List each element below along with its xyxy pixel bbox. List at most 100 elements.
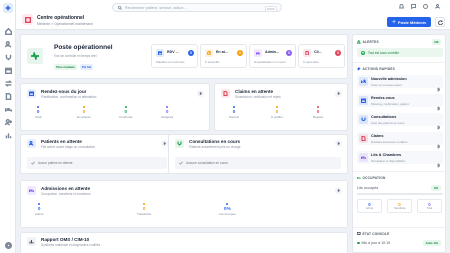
stat-value: 0 (316, 109, 320, 114)
pulse-icon (27, 48, 43, 64)
quick-action-title: Rendez-vous (371, 96, 395, 100)
mini-card-badge: 0 (286, 50, 292, 56)
settings-icon[interactable] (4, 241, 12, 249)
stat-item: 0% Lits occupés (219, 203, 236, 216)
alert-ok-banner: Tout est sous contrôle (357, 48, 443, 57)
help-icon[interactable] (422, 3, 428, 9)
mini-card-title: En at... (216, 50, 228, 54)
rdv-open-chevron-icon[interactable] (197, 90, 204, 97)
plus-icon: ＋ (391, 19, 396, 24)
stethoscope-icon[interactable] (4, 53, 12, 61)
occupation-header-text: OCCUPATION (362, 176, 386, 180)
claims-icon (221, 89, 230, 98)
transfer-icon[interactable] (4, 79, 12, 87)
patients-icon (27, 139, 36, 148)
mini-card-badge: 0 (335, 50, 341, 56)
alert-ok-text: Tout est sous contrôle (368, 50, 400, 55)
stat-value: 0 (124, 109, 128, 114)
consult-open-chevron-icon[interactable] (335, 140, 342, 147)
stat-item: 0 À vérifier (271, 106, 283, 119)
stat-label: Admis (35, 212, 44, 216)
mini-card-icon (205, 49, 213, 57)
consult-empty-state: Aucune consultation en cours (175, 157, 341, 169)
refresh-button[interactable] (435, 17, 445, 27)
quick-action[interactable]: Claims Dossiers assurance et claims (357, 132, 443, 149)
quick-action[interactable]: Consultations Suivi des patients en cour… (357, 113, 443, 130)
claims-card[interactable]: Claims en attente Soumission, vérificati… (214, 83, 348, 131)
occupation-bar (357, 193, 443, 195)
waiting-open-chevron-icon[interactable] (161, 140, 168, 147)
search-input[interactable]: Rechercher patient, service, action... C… (112, 3, 282, 12)
consultation-icon (175, 139, 184, 148)
quick-action-title: Consultations (371, 115, 397, 119)
admissions-card[interactable]: Admissions en attente Occupation, transf… (20, 180, 348, 228)
quick-action[interactable]: Rendez-vous Planning, confirmation, pati… (357, 94, 443, 111)
mini-card[interactable]: RDV ... 0 Planifiés et confirmés (151, 44, 198, 68)
hero-card: Poste opérationnel Vue de contrôle en te… (20, 34, 348, 79)
occupation-cell: 0 Total (417, 199, 442, 213)
quick-action-title: Lits & Chambres (371, 153, 402, 157)
refresh-icon (437, 19, 443, 25)
quick-action-title: Claims (371, 134, 384, 138)
quick-action[interactable]: Nouvelle admission Créer un nouveau séjo… (357, 75, 443, 92)
search-shortcut: Ctrl K (264, 5, 277, 12)
users-icon[interactable] (4, 40, 12, 48)
search-icon (118, 5, 122, 10)
stat-dot-icon (37, 106, 40, 108)
mini-card-icon (156, 49, 164, 57)
claims-open-chevron-icon[interactable] (335, 90, 342, 97)
chevron-right-icon (437, 136, 441, 149)
mini-card-icon (254, 49, 262, 57)
consult-card[interactable]: Consultations en cours Patients actuelle… (168, 134, 348, 174)
user-plus-icon[interactable] (4, 118, 12, 126)
quick-action-icon (359, 134, 368, 143)
rdv-subtitle: Planification, confirmation et affectati… (41, 95, 97, 99)
rdv-title: Rendez-vous du jour (41, 89, 87, 94)
quick-action[interactable]: Lits & Chambres Occupation et disponibil… (357, 151, 443, 168)
occupation-label: Transférés (393, 207, 406, 210)
document-icon[interactable] (4, 92, 12, 100)
report-title: Rapport OMS / CIM-10 (41, 237, 90, 242)
stat-label: Confirmés (119, 115, 133, 119)
quick-action-subtitle: Créer un nouveau séjour (371, 82, 402, 87)
user-icon[interactable] (434, 3, 440, 9)
chat-icon[interactable] (410, 3, 416, 9)
mini-card-badge: 0 (237, 50, 243, 56)
mini-card[interactable]: En at... 0 À accueillir (200, 44, 247, 68)
divider (353, 227, 445, 228)
occupation-pct: 0% (431, 185, 441, 191)
app-logo-icon[interactable] (3, 3, 13, 13)
stat-dot-icon (38, 203, 41, 205)
quick-action-icon (359, 96, 368, 105)
home-icon[interactable] (4, 27, 12, 35)
bell-icon[interactable] (398, 3, 404, 9)
mini-card-subtitle: Hospitalisation en cours (254, 60, 286, 64)
occupation-cell: 0 Transférés (387, 199, 412, 213)
occupation-cell: 0 Admis (357, 199, 382, 213)
bed-icon[interactable] (4, 105, 12, 113)
bed-icon (357, 177, 361, 180)
occupation-label: Total (426, 207, 433, 210)
check-icon (179, 161, 183, 165)
alerts-header-text: ALERTES (362, 40, 379, 44)
waiting-card[interactable]: Patients en attente File active avant tr… (20, 134, 174, 174)
new-doctor-button[interactable]: ＋ Poste Médecin (387, 17, 431, 27)
quick-action-icon (359, 115, 368, 124)
mini-card[interactable]: Admis... 0 Hospitalisation en cours (249, 44, 296, 68)
calendar-icon[interactable] (4, 66, 12, 74)
rdv-card[interactable]: Rendez-vous du jour Planification, confi… (20, 83, 210, 131)
report-icon[interactable] (4, 131, 12, 139)
stat-label: Total (35, 115, 42, 119)
stat-dot-icon (82, 106, 85, 108)
admissions-open-chevron-icon[interactable] (335, 187, 342, 194)
stat-value: 0 (82, 109, 86, 114)
stat-item: 0 Soumis (229, 106, 239, 119)
quick-action-icon (359, 77, 368, 86)
report-card[interactable]: Rapport OMS / CIM-10 Synthèse nationale … (20, 232, 348, 253)
check-circle-icon (361, 50, 365, 55)
calendar-icon (27, 89, 36, 98)
mini-card-subtitle: À accueillir (205, 60, 220, 64)
stat-label: À vérifier (271, 115, 283, 119)
mini-card[interactable]: Cli... 0 À reprendre (298, 44, 345, 68)
waiting-empty-text: Aucun patient en attente (38, 161, 73, 165)
